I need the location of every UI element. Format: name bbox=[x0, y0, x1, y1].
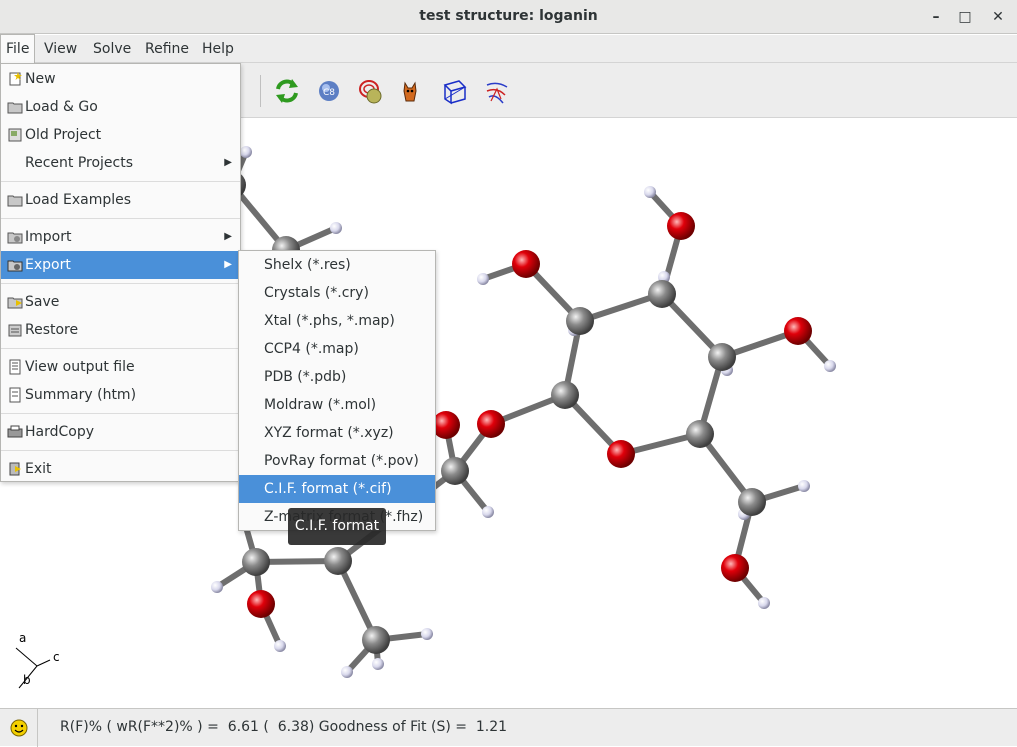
export-xtal[interactable]: Xtal (*.phs, *.map) bbox=[239, 307, 435, 335]
menu-separator bbox=[1, 450, 240, 451]
status-bar: R(F)% ( wR(F**2)% ) = 6.61 ( 6.38) Goodn… bbox=[0, 708, 1017, 747]
menu-view[interactable]: View bbox=[39, 35, 82, 63]
title-bar: test structure: loganin – □ ✕ bbox=[0, 0, 1017, 34]
save-icon bbox=[7, 297, 23, 309]
output-file-icon bbox=[9, 359, 21, 375]
export-cif[interactable]: C.I.F. format (*.cif) bbox=[239, 475, 435, 503]
hardcopy-icon bbox=[7, 425, 23, 438]
file-menu-exit[interactable]: Exit bbox=[1, 455, 240, 483]
svg-text:C8: C8 bbox=[323, 88, 335, 98]
export-povray[interactable]: PovRay format (*.pov) bbox=[239, 447, 435, 475]
file-menu-load-go[interactable]: Load & Go bbox=[1, 93, 240, 121]
menu-help[interactable]: Help bbox=[197, 35, 239, 63]
contour-icon[interactable] bbox=[357, 77, 385, 105]
close-button[interactable]: ✕ bbox=[987, 6, 1009, 28]
menu-bar: File View Solve Refine Help bbox=[0, 34, 1017, 63]
export-submenu: Shelx (*.res) Crystals (*.cry) Xtal (*.p… bbox=[238, 250, 436, 531]
smiley-icon bbox=[10, 719, 28, 737]
status-divider bbox=[37, 709, 38, 747]
file-menu-old-project[interactable]: Old Project bbox=[1, 121, 240, 149]
cat-icon[interactable] bbox=[397, 77, 425, 105]
c8-icon[interactable]: C8 bbox=[315, 77, 343, 105]
menu-file[interactable]: File bbox=[0, 34, 36, 63]
toolbar-separator bbox=[260, 75, 261, 107]
window-title: test structure: loganin bbox=[419, 8, 598, 24]
axis-c-label: c bbox=[53, 650, 60, 664]
unit-cell-icon[interactable] bbox=[441, 77, 469, 105]
summary-icon bbox=[9, 387, 21, 403]
file-menu-export[interactable]: Export ▶ bbox=[1, 251, 240, 279]
export-pdb[interactable]: PDB (*.pdb) bbox=[239, 363, 435, 391]
minimize-button[interactable]: – bbox=[925, 6, 947, 28]
restore-icon bbox=[8, 324, 22, 337]
file-menu-restore[interactable]: Restore bbox=[1, 316, 240, 344]
file-menu-import[interactable]: Import ▶ bbox=[1, 223, 240, 251]
maximize-button[interactable]: □ bbox=[954, 6, 976, 28]
menu-separator bbox=[1, 348, 240, 349]
refinement-status: R(F)% ( wR(F**2)% ) = 6.61 ( 6.38) Goodn… bbox=[60, 719, 508, 735]
file-menu-summary[interactable]: Summary (htm) bbox=[1, 381, 240, 409]
file-menu-save[interactable]: Save bbox=[1, 288, 240, 316]
file-menu: New Load & Go Old Project Recent Project… bbox=[0, 63, 241, 482]
exit-icon bbox=[9, 462, 21, 476]
export-moldraw[interactable]: Moldraw (*.mol) bbox=[239, 391, 435, 419]
submenu-arrow-icon: ▶ bbox=[224, 231, 232, 242]
submenu-arrow-icon: ▶ bbox=[224, 157, 232, 168]
old-project-icon bbox=[8, 128, 22, 142]
menu-refine[interactable]: Refine bbox=[140, 35, 194, 63]
file-menu-hardcopy[interactable]: HardCopy bbox=[1, 418, 240, 446]
menu-separator bbox=[1, 413, 240, 414]
export-ccp4[interactable]: CCP4 (*.map) bbox=[239, 335, 435, 363]
export-icon bbox=[7, 260, 23, 272]
file-menu-load-examples[interactable]: Load Examples bbox=[1, 186, 240, 214]
load-examples-icon bbox=[7, 195, 23, 207]
menu-solve[interactable]: Solve bbox=[88, 35, 136, 63]
fourier-map-icon[interactable] bbox=[483, 77, 511, 105]
new-icon bbox=[9, 72, 22, 86]
menu-separator bbox=[1, 181, 240, 182]
export-shelx[interactable]: Shelx (*.res) bbox=[239, 251, 435, 279]
file-menu-new[interactable]: New bbox=[1, 65, 240, 93]
export-crystals[interactable]: Crystals (*.cry) bbox=[239, 279, 435, 307]
file-menu-recent-projects[interactable]: Recent Projects ▶ bbox=[1, 149, 240, 177]
refresh-icon[interactable] bbox=[273, 77, 301, 105]
menu-separator bbox=[1, 283, 240, 284]
axes-indicator: a c b bbox=[15, 631, 60, 689]
tooltip: C.I.F. format bbox=[288, 508, 386, 545]
axis-b-label: b bbox=[23, 673, 31, 687]
submenu-arrow-icon: ▶ bbox=[224, 259, 232, 270]
export-xyz[interactable]: XYZ format (*.xyz) bbox=[239, 419, 435, 447]
file-menu-view-output[interactable]: View output file bbox=[1, 353, 240, 381]
load-go-icon bbox=[7, 102, 23, 114]
import-icon bbox=[7, 232, 23, 244]
menu-separator bbox=[1, 218, 240, 219]
axis-a-label: a bbox=[19, 631, 26, 645]
